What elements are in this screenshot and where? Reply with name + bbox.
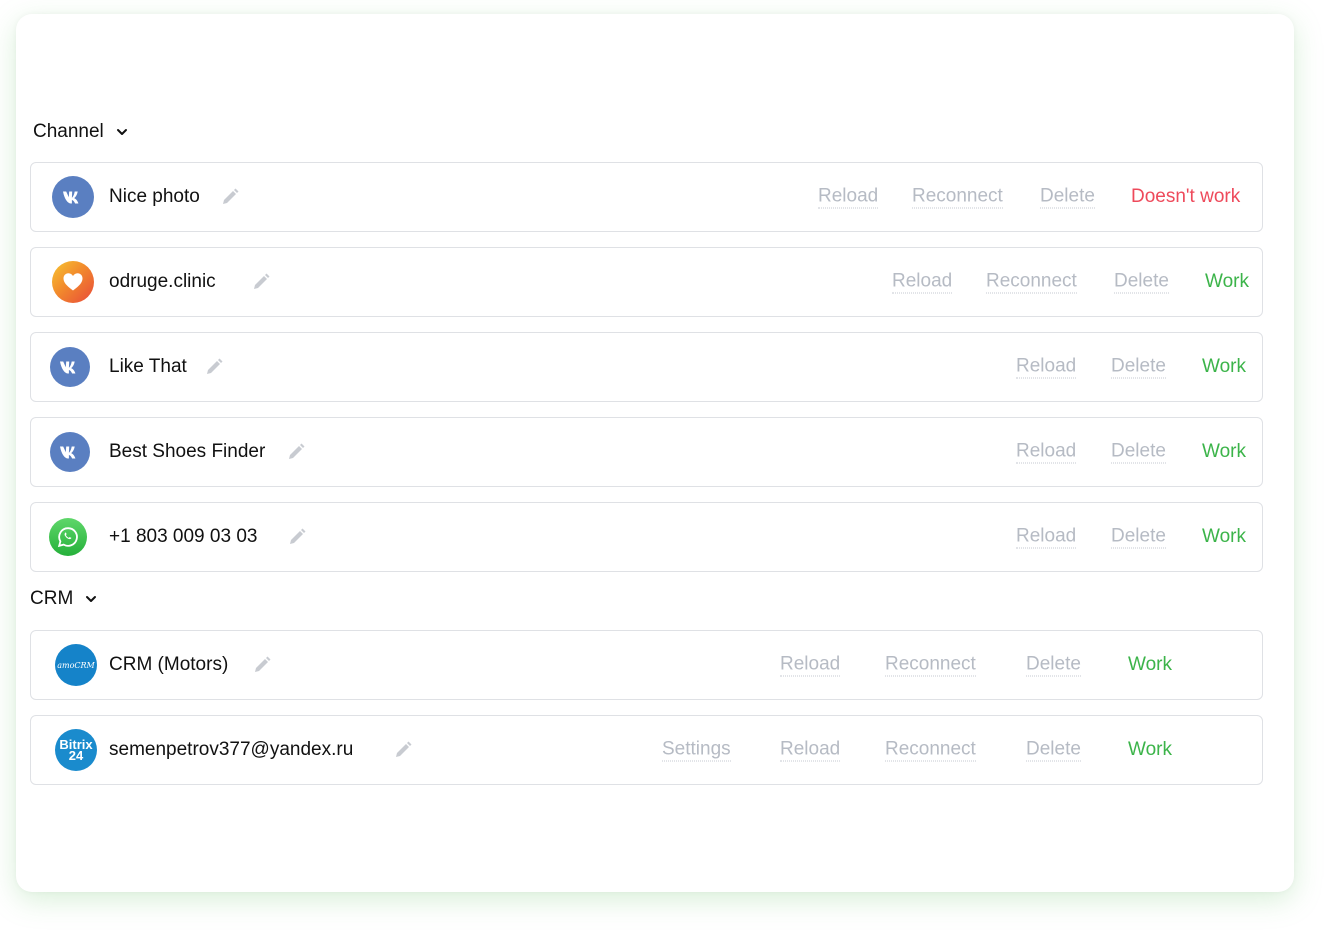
channel-name: Best Shoes Finder	[109, 441, 266, 462]
pencil-icon[interactable]	[393, 740, 413, 760]
crm-name: CRM (Motors)	[109, 654, 229, 675]
pencil-icon[interactable]	[220, 187, 240, 207]
delete-button[interactable]: Delete	[1111, 441, 1166, 464]
channel-name: Nice photo	[109, 186, 200, 207]
channel-row: odruge.clinic Reload Reconnect Delete Wo…	[30, 247, 1263, 317]
channel-row: Like That Reload Delete Work	[30, 332, 1263, 402]
reload-button[interactable]: Reload	[818, 186, 879, 209]
reconnect-button[interactable]: Reconnect	[885, 654, 976, 677]
reload-button[interactable]: Reload	[892, 271, 953, 294]
crm-section-toggle[interactable]: CRM	[30, 588, 97, 610]
reload-button[interactable]: Reload	[1016, 441, 1077, 464]
pencil-icon[interactable]	[204, 357, 224, 377]
crm-row: Bitrix 24 semenpetrov377@yandex.ru Setti…	[30, 715, 1263, 785]
crm-name: semenpetrov377@yandex.ru	[109, 739, 354, 760]
delete-button[interactable]: Delete	[1114, 271, 1169, 294]
reconnect-button[interactable]: Reconnect	[912, 186, 1003, 209]
vk-icon	[52, 176, 94, 218]
crm-row: amoCRM CRM (Motors) Reload Reconnect Del…	[30, 630, 1263, 700]
chevron-down-icon	[86, 596, 97, 602]
status-label: Work	[1202, 356, 1246, 377]
chevron-down-icon	[116, 129, 127, 135]
reload-button[interactable]: Reload	[780, 739, 841, 762]
delete-button[interactable]: Delete	[1026, 654, 1081, 677]
delete-button[interactable]: Delete	[1040, 186, 1095, 209]
channel-name: +1 803 009 03 03	[109, 526, 258, 547]
status-label: Work	[1128, 654, 1172, 675]
pencil-icon[interactable]	[251, 272, 271, 292]
pencil-icon[interactable]	[287, 527, 307, 547]
channel-name: Like That	[109, 356, 187, 377]
reload-button[interactable]: Reload	[780, 654, 841, 677]
status-label: Work	[1202, 526, 1246, 547]
reconnect-button[interactable]: Reconnect	[885, 739, 976, 762]
amocrm-icon: amoCRM	[55, 644, 97, 686]
whatsapp-icon	[49, 518, 87, 556]
reload-button[interactable]: Reload	[1016, 356, 1077, 379]
heart-icon	[52, 261, 94, 303]
status-label: Work	[1202, 441, 1246, 462]
status-label: Doesn't work	[1131, 186, 1241, 207]
settings-button[interactable]: Settings	[662, 739, 731, 762]
status-label: Work	[1205, 271, 1249, 292]
bitrix24-icon: Bitrix 24	[55, 729, 97, 771]
reconnect-button[interactable]: Reconnect	[986, 271, 1077, 294]
channel-name: odruge.clinic	[109, 271, 216, 292]
channel-row: Best Shoes Finder Reload Delete Work	[30, 417, 1263, 487]
channel-section-title: Channel	[33, 121, 104, 142]
reload-button[interactable]: Reload	[1016, 526, 1077, 549]
vk-icon	[50, 347, 90, 387]
channel-row: +1 803 009 03 03 Reload Delete Work	[30, 502, 1263, 572]
delete-button[interactable]: Delete	[1111, 356, 1166, 379]
channel-row: Nice photo Reload Reconnect Delete Doesn…	[30, 162, 1263, 232]
status-label: Work	[1128, 739, 1172, 760]
bitrix24-logo-text: Bitrix 24	[59, 737, 93, 763]
pencil-icon[interactable]	[252, 655, 272, 675]
delete-button[interactable]: Delete	[1111, 526, 1166, 549]
amocrm-logo-text: amoCRM	[57, 660, 95, 670]
delete-button[interactable]: Delete	[1026, 739, 1081, 762]
channel-section-toggle[interactable]: Channel	[33, 121, 128, 143]
crm-section-title: CRM	[30, 588, 74, 609]
vk-icon	[50, 432, 90, 472]
pencil-icon[interactable]	[286, 442, 306, 462]
